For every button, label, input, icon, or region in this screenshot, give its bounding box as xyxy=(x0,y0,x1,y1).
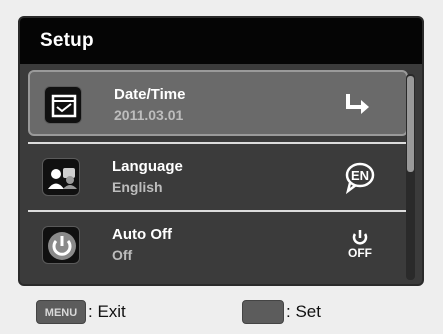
set-label: : Set xyxy=(286,302,321,321)
menu-item-value: 2011.03.01 xyxy=(114,107,184,123)
menu-item-value: Off xyxy=(112,247,133,263)
setup-menu-list: Date/Time 2011.03.01 Language English EN… xyxy=(20,64,422,284)
calendar-icon xyxy=(44,86,82,124)
en-speech-icon: EN xyxy=(340,159,380,195)
scrollbar[interactable] xyxy=(406,74,415,280)
en-text: EN xyxy=(351,168,369,183)
menu-item-value: English xyxy=(112,179,163,195)
menu-item-date-time[interactable]: Date/Time 2011.03.01 xyxy=(28,70,408,136)
menu-item-label: Date/Time xyxy=(114,86,186,103)
set-button[interactable] xyxy=(242,300,284,324)
menu-item-label: Auto Off xyxy=(112,226,172,243)
page-title: Setup xyxy=(40,30,94,51)
language-icon xyxy=(42,158,80,196)
menu-button[interactable]: MENU xyxy=(36,300,86,324)
menu-item-language[interactable]: Language English EN xyxy=(28,144,408,210)
power-icon xyxy=(42,226,80,264)
menu-key-label: MENU xyxy=(44,307,78,319)
menu-item-label: Language xyxy=(112,158,183,175)
scroll-thumb[interactable] xyxy=(407,76,414,172)
footer-hints: MENU : Exit : Set xyxy=(0,294,443,334)
off-text: OFF xyxy=(348,246,372,260)
setup-screen: Setup Date/Time 2011.03.01 Language Engl… xyxy=(18,16,424,286)
title-bar: Setup xyxy=(20,18,422,64)
power-off-icon: OFF xyxy=(340,227,380,263)
menu-item-auto-off[interactable]: Auto Off Off OFF xyxy=(28,212,408,278)
exit-label: : Exit xyxy=(88,302,126,321)
enter-arrow-icon xyxy=(338,87,378,123)
